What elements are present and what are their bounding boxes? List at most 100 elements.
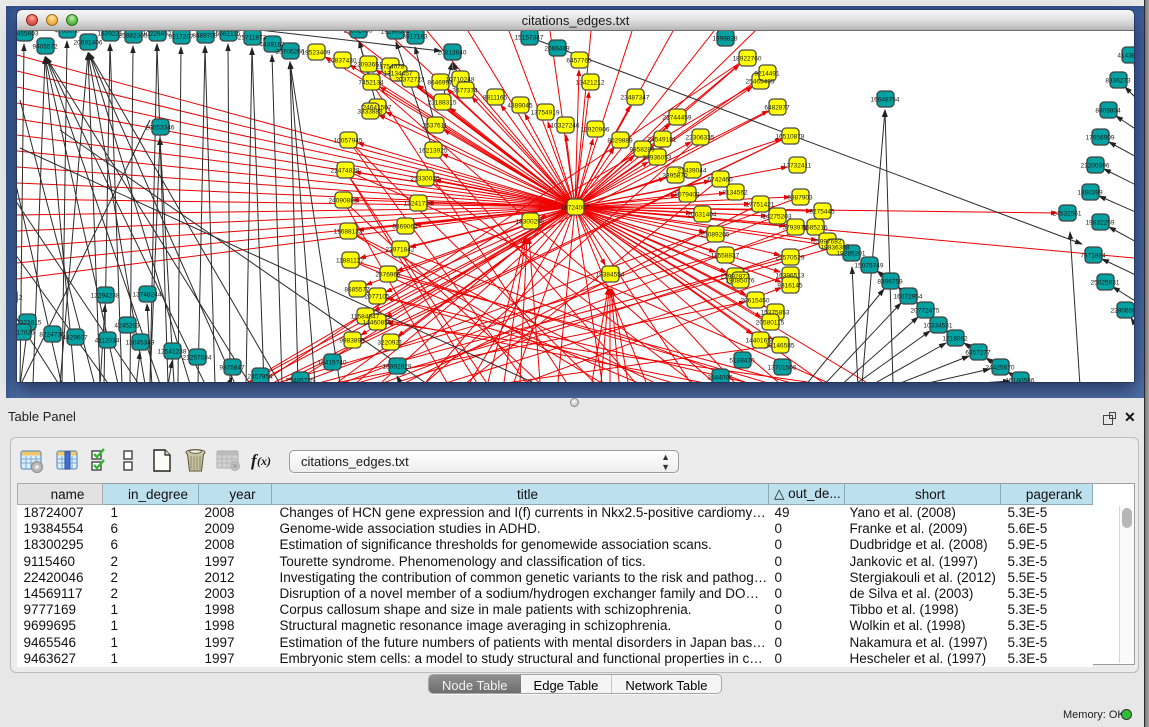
svg-text:20053346: 20053346 [146,125,175,132]
svg-text:19523409: 19523409 [302,50,331,57]
svg-text:22306335: 22306335 [686,135,715,142]
svg-text:8806804: 8806804 [1095,108,1121,115]
svg-text:8396759: 8396759 [877,279,903,286]
svg-text:4429607: 4429607 [62,335,88,342]
svg-text:11558837: 11558837 [711,253,740,260]
svg-text:3917183: 3917183 [402,34,428,41]
svg-text:3333883: 3333883 [357,109,383,116]
svg-text:9958289: 9958289 [629,147,655,154]
svg-text:8224730: 8224730 [39,332,65,339]
svg-text:22455603: 22455603 [17,31,39,38]
svg-text:13701506: 13701506 [768,365,797,372]
svg-text:22806503: 22806503 [1111,308,1134,315]
svg-text:3220921: 3220921 [377,340,403,347]
svg-text:19832259: 19832259 [1086,220,1115,227]
svg-text:2537611: 2537611 [423,123,448,130]
svg-text:25711873: 25711873 [238,35,267,42]
svg-text:18922760: 18922760 [733,56,762,63]
svg-text:22570529: 22570529 [776,255,805,262]
svg-text:4112034: 4112034 [95,338,120,345]
svg-text:9887903: 9887903 [787,195,813,202]
svg-text:4735650: 4735650 [54,31,80,35]
svg-text:8685577: 8685577 [344,287,370,294]
svg-text:1218062: 1218062 [942,336,968,343]
svg-text:8079409: 8079409 [674,192,700,199]
svg-text:4143890: 4143890 [1117,53,1134,60]
svg-text:23971842: 23971842 [386,247,415,254]
svg-text:19836388: 19836388 [821,245,850,252]
svg-text:20372723: 20372723 [396,77,425,84]
svg-text:25485735: 25485735 [286,378,315,383]
svg-text:8134562: 8134562 [722,190,748,197]
svg-text:21754078: 21754078 [376,64,405,71]
svg-text:10334531: 10334531 [924,323,953,330]
svg-text:10327246: 10327246 [551,123,580,130]
svg-text:(x): (x) [257,454,271,468]
svg-text:5188470: 5188470 [729,358,755,365]
svg-text:7671884: 7671884 [1080,253,1106,260]
svg-text:16396513: 16396513 [776,273,805,280]
svg-text:25852685: 25852685 [344,31,373,35]
svg-text:2066449: 2066449 [544,46,570,53]
svg-text:23936053: 23936053 [643,155,672,162]
svg-text:5685216: 5685216 [802,225,828,232]
svg-text:6457765: 6457765 [566,58,592,65]
svg-text:9875847: 9875847 [219,365,245,372]
svg-text:19085076: 19085076 [726,278,755,285]
svg-text:20580115: 20580115 [756,320,785,327]
svg-text:4389045: 4389045 [507,103,533,110]
svg-text:12920906: 12920906 [581,127,610,134]
svg-text:14460856: 14460856 [363,320,392,327]
svg-text:18724007: 18724007 [561,205,590,212]
svg-text:9214491: 9214491 [754,71,780,78]
svg-text:19384554: 19384554 [596,272,625,279]
svg-text:23706266: 23706266 [276,49,305,56]
svg-text:9217207: 9217207 [168,34,194,41]
svg-text:10710248: 10710248 [446,77,475,84]
svg-text:1999828: 1999828 [712,36,738,43]
svg-text:8369062: 8369062 [392,224,418,231]
svg-text:9983893: 9983893 [339,338,365,345]
svg-text:18300295: 18300295 [516,219,545,226]
svg-text:7452134: 7452134 [358,80,384,87]
svg-text:25089205: 25089205 [701,232,730,239]
svg-text:13146585: 13146585 [766,343,795,350]
svg-text:15375853: 15375853 [761,310,790,317]
svg-text:20615450: 20615450 [741,298,770,305]
svg-text:21200396: 21200396 [1081,163,1110,170]
svg-text:1890399: 1890399 [1077,190,1103,197]
svg-text:8489709: 8489709 [192,33,218,40]
svg-text:16213925: 16213925 [419,148,448,155]
svg-text:10323815: 10323815 [17,320,42,327]
svg-text:9275445: 9275445 [809,209,835,216]
svg-text:8336273: 8336273 [1105,78,1131,85]
svg-text:15076749: 15076749 [855,263,884,270]
svg-text:24090883: 24090883 [329,198,358,205]
svg-text:14275203: 14275203 [763,214,792,221]
svg-text:8029889: 8029889 [607,138,633,145]
svg-text:8811165: 8811165 [483,95,508,102]
svg-text:10057945: 10057945 [334,138,363,145]
svg-text:23188315: 23188315 [428,100,457,107]
svg-text:22330030: 22330030 [411,176,440,183]
svg-text:24532561: 24532561 [1053,211,1082,218]
svg-text:16415740: 16415740 [318,360,347,367]
svg-text:20772475: 20772475 [911,308,940,315]
svg-text:24549181: 24549181 [648,137,677,144]
svg-text:3677374: 3677374 [452,88,478,95]
svg-text:22744459: 22744459 [663,115,692,122]
svg-text:21257684: 21257684 [183,355,212,362]
svg-text:17751421: 17751421 [746,202,775,209]
svg-text:22474828: 22474828 [331,168,360,175]
svg-text:4245263: 4245263 [114,323,140,330]
svg-text:16072954: 16072954 [894,294,923,301]
svg-text:15157347: 15157347 [515,35,544,42]
svg-text:20813640: 20813640 [438,50,467,57]
svg-text:25025631: 25025631 [1091,280,1120,287]
svg-text:9816145: 9816145 [777,283,803,290]
svg-text:20031404: 20031404 [688,212,717,219]
svg-text:13748244: 13748244 [133,292,162,299]
svg-text:15180586: 15180586 [1006,378,1035,383]
svg-text:6357277: 6357277 [965,350,991,357]
svg-text:18992829: 18992829 [383,364,412,371]
